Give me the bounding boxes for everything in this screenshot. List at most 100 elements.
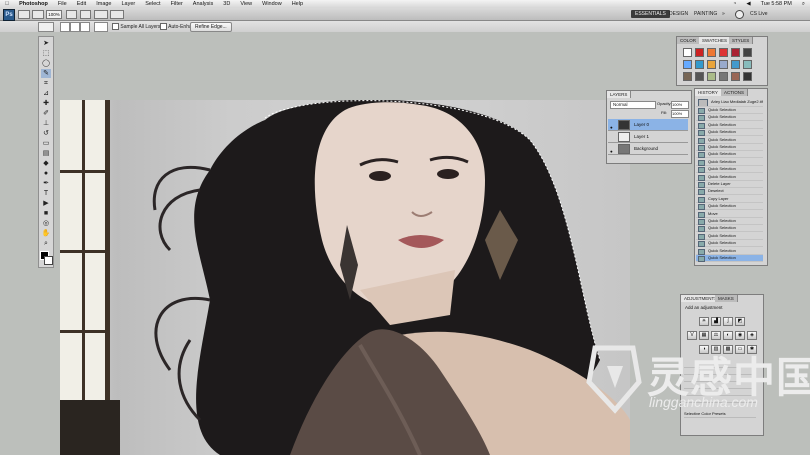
spotlight-icon[interactable]: ⌕ — [797, 0, 810, 8]
refine-edge-button[interactable]: Refine Edge... — [190, 22, 232, 32]
history-item[interactable]: Quick Selection — [696, 240, 763, 248]
exposure-icon[interactable]: ◩ — [735, 317, 745, 326]
curves-icon[interactable]: ∫ — [723, 317, 733, 326]
swatch[interactable] — [719, 72, 728, 81]
tab-styles[interactable]: STYLES — [729, 37, 754, 44]
menu-layer[interactable]: Layer — [117, 0, 141, 8]
visibility-eye-icon[interactable]: ● — [610, 146, 615, 154]
dodge-tool-icon[interactable]: ● — [41, 169, 51, 178]
swatch[interactable] — [707, 72, 716, 81]
menu-file[interactable]: File — [53, 0, 72, 8]
color-balance-icon[interactable]: ⚖ — [711, 331, 721, 340]
menu-image[interactable]: Image — [91, 0, 116, 8]
move-tool-icon[interactable]: ➤ — [41, 39, 51, 48]
swatch[interactable] — [683, 48, 692, 57]
swatch[interactable] — [695, 48, 704, 57]
black-white-icon[interactable]: ◐ — [723, 331, 733, 340]
brightness-contrast-icon[interactable]: ☀ — [699, 317, 709, 326]
menu-view[interactable]: View — [235, 0, 257, 8]
cs-live-icon[interactable] — [735, 10, 744, 19]
volume-icon[interactable]: ◀ — [741, 0, 755, 8]
history-brush-tool-icon[interactable]: ↺ — [41, 129, 51, 138]
history-item[interactable]: Quick Selection — [696, 174, 763, 181]
arrange-documents-icon[interactable] — [94, 10, 108, 19]
history-item[interactable]: Move — [696, 211, 763, 218]
type-tool-icon[interactable]: T — [41, 189, 51, 198]
menu-select[interactable]: Select — [140, 0, 165, 8]
history-item[interactable]: Quick Selection — [696, 248, 763, 255]
photo-filter-icon[interactable]: ◉ — [735, 331, 745, 340]
history-item[interactable]: Delete Layer — [696, 181, 763, 188]
blend-mode-select[interactable]: Normal — [610, 101, 656, 109]
history-item[interactable]: Quick Selection — [696, 218, 763, 225]
zoom-level-select[interactable]: 100% — [46, 10, 62, 19]
tab-history[interactable]: HISTORY — [695, 89, 722, 96]
zoom-tool-icon[interactable]: ⌕ — [41, 239, 51, 248]
quick-selection-tool-icon[interactable]: ✎ — [41, 69, 51, 78]
history-item[interactable]: Quick Selection — [696, 144, 763, 151]
new-selection-icon[interactable] — [60, 22, 70, 32]
swatch[interactable] — [743, 72, 752, 81]
clone-stamp-tool-icon[interactable]: ⊥ — [41, 119, 51, 128]
hand-tool-icon[interactable]: ✋ — [41, 229, 51, 238]
swatch[interactable] — [731, 72, 740, 81]
swatch[interactable] — [731, 60, 740, 69]
background-color-swatch[interactable] — [44, 256, 53, 265]
visibility-eye-icon[interactable] — [610, 134, 615, 138]
swatch[interactable] — [743, 48, 752, 57]
levels-icon[interactable]: ▟ — [711, 317, 721, 326]
sample-all-layers-checkbox[interactable] — [112, 23, 119, 30]
history-item[interactable]: Quick Selection — [696, 255, 763, 262]
hand-view-icon[interactable] — [66, 10, 77, 19]
tool-preset-picker[interactable] — [38, 22, 54, 32]
menu-app-photoshop[interactable]: Photoshop — [14, 0, 53, 8]
history-item[interactable]: Quick Selection — [696, 203, 763, 211]
swatch[interactable] — [707, 60, 716, 69]
history-item[interactable]: Quick Selection — [696, 151, 763, 159]
eyedropper-tool-icon[interactable]: ⊿ — [41, 89, 51, 98]
add-to-selection-icon[interactable] — [70, 22, 80, 32]
opacity-field[interactable]: 100% — [671, 101, 689, 109]
menu-help[interactable]: Help — [287, 0, 308, 8]
history-snapshot[interactable]: Ariey Liao Medialab Zuge2.tif — [696, 98, 763, 107]
brush-tool-icon[interactable]: ✐ — [41, 109, 51, 118]
history-item[interactable]: Quick Selection — [696, 114, 763, 122]
eraser-tool-icon[interactable]: ▭ — [41, 139, 51, 148]
history-item[interactable]: Deselect — [696, 188, 763, 196]
hue-saturation-icon[interactable]: ▦ — [699, 331, 709, 340]
history-item[interactable]: Quick Selection — [696, 166, 763, 174]
tab-layers[interactable]: LAYERS — [607, 91, 632, 98]
history-item[interactable]: Quick Selection — [696, 107, 763, 114]
history-item[interactable]: Quick Selection — [696, 137, 763, 144]
workspace-painting-button[interactable]: PAINTING — [690, 10, 721, 18]
menu-window[interactable]: Window — [257, 0, 287, 8]
swatch[interactable] — [683, 72, 692, 81]
swatch[interactable] — [731, 48, 740, 57]
menu-3d[interactable]: 3D — [218, 0, 235, 8]
bridge-icon[interactable] — [18, 10, 30, 19]
auto-enhance-checkbox[interactable] — [160, 23, 167, 30]
apple-menu-icon[interactable]:  — [0, 0, 14, 8]
swatch[interactable] — [695, 72, 704, 81]
layer-row-background[interactable]: ● Background — [608, 143, 688, 155]
swatch[interactable] — [683, 60, 692, 69]
visibility-eye-icon[interactable]: ● — [610, 122, 615, 130]
swatch[interactable] — [719, 60, 728, 69]
shape-tool-icon[interactable]: ■ — [41, 209, 51, 218]
more-workspaces-button[interactable]: » — [718, 10, 729, 18]
history-item[interactable]: Quick Selection — [696, 159, 763, 166]
menu-filter[interactable]: Filter — [166, 0, 188, 8]
layer-row-layer-0[interactable]: ● Layer 0 — [608, 119, 688, 131]
history-item[interactable]: Quick Selection — [696, 233, 763, 240]
tab-swatches[interactable]: SWATCHES — [699, 37, 732, 44]
healing-brush-tool-icon[interactable]: ✚ — [41, 99, 51, 108]
subtract-selection-icon[interactable] — [80, 22, 90, 32]
menu-edit[interactable]: Edit — [72, 0, 91, 8]
workspace-design-button[interactable]: DESIGN — [665, 10, 692, 18]
gradient-tool-icon[interactable]: ▤ — [41, 149, 51, 158]
brush-size-picker[interactable] — [94, 22, 108, 32]
vibrance-icon[interactable]: V — [687, 331, 697, 340]
path-selection-tool-icon[interactable]: ▶ — [41, 199, 51, 208]
sample-all-layers-option[interactable]: Sample All Layers — [112, 23, 160, 30]
menu-analysis[interactable]: Analysis — [188, 0, 218, 8]
